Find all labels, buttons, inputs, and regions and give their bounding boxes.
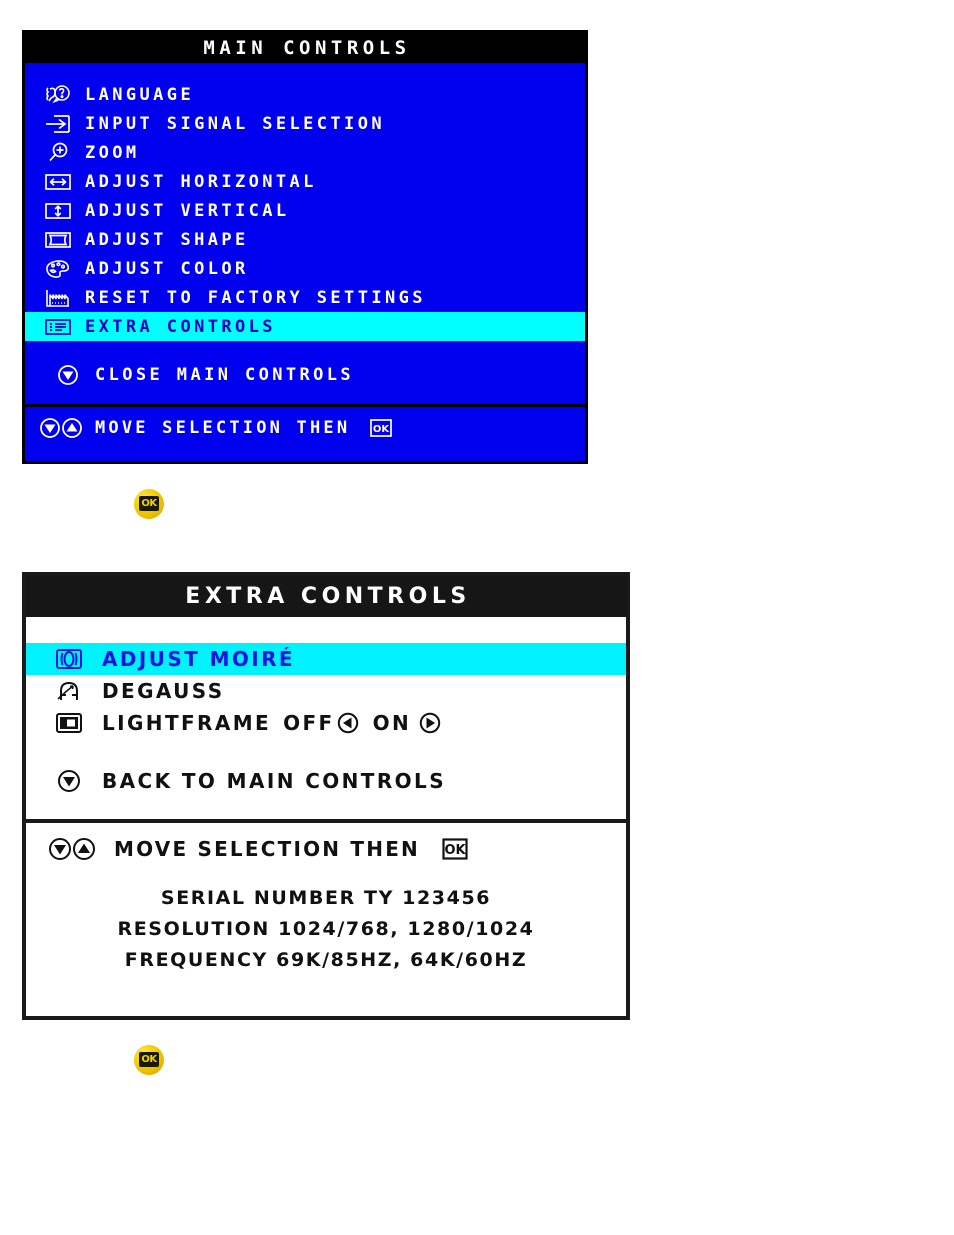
menu-item-adjust-shape[interactable]: ADJUST SHAPE: [25, 225, 585, 254]
extra-controls-icon: [41, 315, 75, 339]
nav-arrows[interactable]: [48, 836, 96, 862]
svg-text:OK: OK: [373, 424, 391, 435]
extra-controls-menu-list: ADJUST MOIRÉ DEGAUSS LIGHTFRAME OFF ON B…: [26, 617, 626, 976]
language-icon: [41, 83, 75, 107]
down-arrow-icon: [50, 768, 88, 794]
menu-item-adjust-horizontal[interactable]: ADJUST HORIZONTAL: [25, 167, 585, 196]
left-arrow-icon[interactable]: [337, 712, 359, 734]
menu-item-adjust-color[interactable]: ADJUST COLOR: [25, 254, 585, 283]
extra-controls-osd-panel: EXTRA CONTROLS ADJUST MOIRÉ DEGAUSS LIGH…: [22, 572, 630, 1020]
footer-hint-label: MOVE SELECTION THEN: [95, 417, 351, 438]
zoom-icon: [41, 141, 75, 165]
main-controls-osd-panel: MAIN CONTROLS LANGUAGE INPUT SIGNAL SELE…: [22, 30, 588, 464]
ok-button[interactable]: OK: [132, 1043, 166, 1077]
down-arrow-icon[interactable]: [39, 416, 61, 440]
lightframe-off-label: OFF: [283, 711, 335, 735]
menu-item-input-signal-selection[interactable]: INPUT SIGNAL SELECTION: [25, 109, 585, 138]
ok-button-label: OK: [139, 1052, 159, 1067]
menu-item-language[interactable]: LANGUAGE: [25, 80, 585, 109]
moire-icon: [50, 646, 88, 672]
menu-item-reset-to-factory-settings[interactable]: RESET TO FACTORY SETTINGS: [25, 283, 585, 312]
main-controls-footer: MOVE SELECTION THEN OK: [25, 407, 585, 448]
lightframe-label: LIGHTFRAME: [102, 711, 272, 735]
menu-item-label: ZOOM: [85, 142, 140, 163]
right-arrow-icon[interactable]: [419, 712, 441, 734]
adjust-vertical-icon: [41, 199, 75, 223]
menu-item-zoom[interactable]: ZOOM: [25, 138, 585, 167]
menu-spacer: [25, 341, 585, 358]
svg-text:OK: OK: [444, 843, 466, 858]
resolution-line: RESOLUTION 1024/768, 1280/1024: [117, 918, 535, 940]
up-arrow-icon[interactable]: [61, 416, 83, 440]
menu-item-label: RESET TO FACTORY SETTINGS: [85, 287, 426, 308]
up-arrow-icon[interactable]: [72, 836, 96, 862]
reset-factory-icon: [41, 286, 75, 310]
back-to-main-controls-label: BACK TO MAIN CONTROLS: [102, 769, 447, 793]
menu-item-label: INPUT SIGNAL SELECTION: [85, 113, 385, 134]
menu-item-close-main-controls[interactable]: CLOSE MAIN CONTROLS: [25, 358, 585, 392]
menu-item-adjust-moire[interactable]: ADJUST MOIRÉ: [26, 643, 626, 675]
down-arrow-icon: [51, 363, 85, 387]
down-arrow-icon[interactable]: [48, 836, 72, 862]
menu-item-label: ADJUST VERTICAL: [85, 200, 290, 221]
monitor-info-block: SERIAL NUMBER TY 123456 RESOLUTION 1024/…: [26, 875, 626, 976]
adjust-shape-icon: [41, 228, 75, 252]
adjust-horizontal-icon: [41, 170, 75, 194]
menu-spacer: [26, 739, 626, 765]
menu-item-extra-controls[interactable]: EXTRA CONTROLS: [25, 312, 585, 341]
ok-icon[interactable]: OK: [436, 836, 474, 862]
nav-arrows[interactable]: [39, 416, 83, 440]
menu-item-label: EXTRA CONTROLS: [85, 316, 276, 337]
menu-item-degauss[interactable]: DEGAUSS: [26, 675, 626, 707]
degauss-icon: [50, 678, 88, 704]
ok-button-label: OK: [139, 496, 159, 511]
lightframe-icon: [50, 710, 88, 736]
serial-number-line: SERIAL NUMBER TY 123456: [160, 887, 492, 909]
adjust-color-icon: [41, 257, 75, 281]
extra-controls-footer: MOVE SELECTION THEN OK: [26, 823, 626, 875]
ok-icon[interactable]: OK: [364, 416, 398, 440]
footer-hint-label: MOVE SELECTION THEN: [114, 837, 420, 861]
menu-item-label: ADJUST SHAPE: [85, 229, 249, 250]
extra-controls-title: EXTRA CONTROLS: [26, 576, 626, 617]
menu-item-back-to-main-controls[interactable]: BACK TO MAIN CONTROLS: [26, 765, 626, 797]
menu-item-lightframe[interactable]: LIGHTFRAME OFF ON: [26, 707, 626, 739]
frequency-line: FREQUENCY 69K/85HZ, 64K/60HZ: [124, 949, 528, 971]
input-signal-icon: [41, 112, 75, 136]
menu-item-label: LANGUAGE: [85, 84, 195, 105]
lightframe-on-label: ON: [372, 711, 412, 735]
menu-item-label: DEGAUSS: [102, 679, 225, 703]
main-controls-menu-list: LANGUAGE INPUT SIGNAL SELECTION ZOOM ADJ…: [25, 63, 585, 448]
menu-item-adjust-vertical[interactable]: ADJUST VERTICAL: [25, 196, 585, 225]
main-controls-title: MAIN CONTROLS: [25, 33, 585, 63]
lightframe-row-label: LIGHTFRAME OFF ON: [102, 711, 443, 735]
menu-item-label: ADJUST MOIRÉ: [102, 647, 295, 671]
menu-item-label: ADJUST HORIZONTAL: [85, 171, 317, 192]
close-main-controls-label: CLOSE MAIN CONTROLS: [95, 365, 355, 385]
ok-button[interactable]: OK: [132, 487, 166, 521]
menu-item-label: ADJUST COLOR: [85, 258, 249, 279]
